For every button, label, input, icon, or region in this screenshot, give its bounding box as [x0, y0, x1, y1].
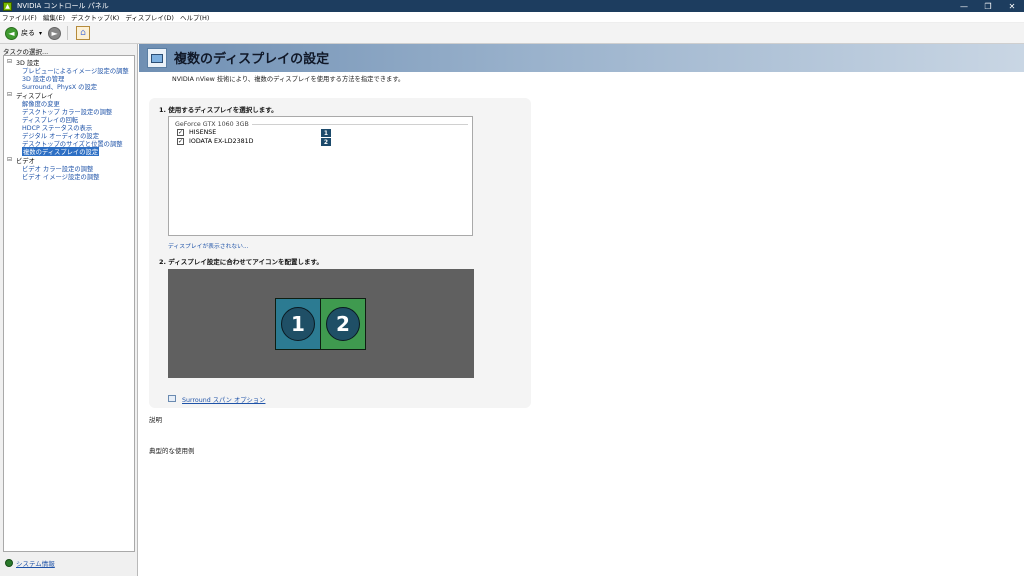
tree-item-surround[interactable]: Surround、PhysX の設定	[22, 82, 97, 91]
display-number-badge: 1	[321, 129, 331, 137]
home-icon[interactable]: ⌂	[76, 26, 91, 40]
close-button[interactable]: ✕	[1000, 0, 1024, 12]
minimize-button[interactable]: —	[952, 0, 976, 12]
page-subtitle: NVIDIA nView 技術により、複数のディスプレイを使用する方法を指定でき…	[172, 76, 405, 83]
system-info-icon	[5, 559, 13, 567]
title-bar: ▲ NVIDIA コントロール パネル — ❐ ✕	[0, 0, 1024, 12]
maximize-button[interactable]: ❐	[976, 0, 1000, 12]
collapse-icon[interactable]: ⊟	[7, 156, 12, 163]
back-button-label[interactable]: 戻る	[21, 28, 35, 38]
system-info-link[interactable]: システム情報	[5, 558, 55, 568]
step2-label: 2. ディスプレイ設定に合わせてアイコンを配置します。	[159, 258, 323, 266]
system-info-label[interactable]: システム情報	[16, 558, 55, 568]
display-list: GeForce GTX 1060 3GB ✓ HISENSE 1 ✓ IODAT…	[168, 116, 473, 236]
display-row[interactable]: ✓ HISENSE	[177, 129, 216, 136]
menu-bar: ファイル(F) 編集(E) デスクトップ(K) ディスプレイ(D) ヘルプ(H)	[0, 12, 1024, 23]
display-not-shown-link[interactable]: ディスプレイが表示されない...	[168, 241, 248, 250]
tree-item-multi-display[interactable]: 複数のディスプレイの設定	[22, 147, 100, 156]
main-content: 複数のディスプレイの設定 NVIDIA nView 技術により、複数のディスプレ…	[139, 44, 1024, 576]
menu-display[interactable]: ディスプレイ(D)	[125, 12, 174, 22]
back-arrow-icon[interactable]: ◄	[5, 26, 18, 40]
gpu-name: GeForce GTX 1060 3GB	[175, 121, 252, 128]
settings-panel: 1. 使用するディスプレイを選択します。 GeForce GTX 1060 3G…	[149, 98, 531, 408]
surround-span-options-link[interactable]: Surround スパン オプション	[182, 395, 265, 404]
multi-display-icon	[147, 48, 167, 68]
forward-arrow-icon[interactable]: ►	[48, 26, 62, 40]
display-checkbox[interactable]: ✓	[177, 129, 184, 136]
menu-file[interactable]: ファイル(F)	[2, 12, 37, 22]
display-name: IODATA EX-LD2381D	[189, 138, 254, 145]
page-header: 複数のディスプレイの設定	[139, 44, 1024, 72]
nvidia-logo-icon: ▲	[3, 1, 12, 11]
collapse-icon[interactable]: ⊟	[7, 58, 12, 65]
monitor-icon[interactable]: 1	[275, 298, 321, 350]
typical-usage-label: 典型的な使用例	[149, 447, 195, 455]
display-arrangement-area[interactable]: 1 2	[168, 269, 474, 378]
monitor-number: 2	[326, 307, 360, 341]
sidebar: タスクの選択... ⊟ 3D 設定 プレビューによるイメージ設定の調整 3D 設…	[0, 44, 138, 576]
monitor-number: 1	[281, 307, 315, 341]
collapse-icon[interactable]: ⊟	[7, 91, 12, 98]
menu-help[interactable]: ヘルプ(H)	[180, 12, 209, 22]
display-row[interactable]: ✓ IODATA EX-LD2381D	[177, 138, 254, 145]
window-controls: — ❐ ✕	[952, 0, 1024, 12]
display-number-badge: 2	[321, 138, 331, 146]
window-title: NVIDIA コントロール パネル	[17, 2, 109, 10]
display-checkbox[interactable]: ✓	[177, 138, 184, 145]
step1-label: 1. 使用するディスプレイを選択します。	[159, 106, 278, 114]
menu-edit[interactable]: 編集(E)	[43, 12, 65, 22]
menu-desktop[interactable]: デスクトップ(K)	[71, 12, 119, 22]
surround-icon	[168, 395, 176, 402]
monitor-icon[interactable]: 2	[320, 298, 366, 350]
toolbar: ◄ 戻る ▾ ► ⌂	[0, 23, 1024, 44]
group-divider	[239, 124, 468, 125]
description-label: 説明	[149, 416, 162, 424]
toolbar-separator	[67, 26, 69, 40]
display-name: HISENSE	[189, 129, 217, 136]
tree-item-video-image[interactable]: ビデオ イメージ設定の調整	[22, 172, 99, 181]
page-title: 複数のディスプレイの設定	[174, 52, 330, 67]
task-tree: ⊟ 3D 設定 プレビューによるイメージ設定の調整 3D 設定の管理 Surro…	[3, 55, 135, 552]
back-dropdown-icon[interactable]: ▾	[39, 30, 42, 37]
